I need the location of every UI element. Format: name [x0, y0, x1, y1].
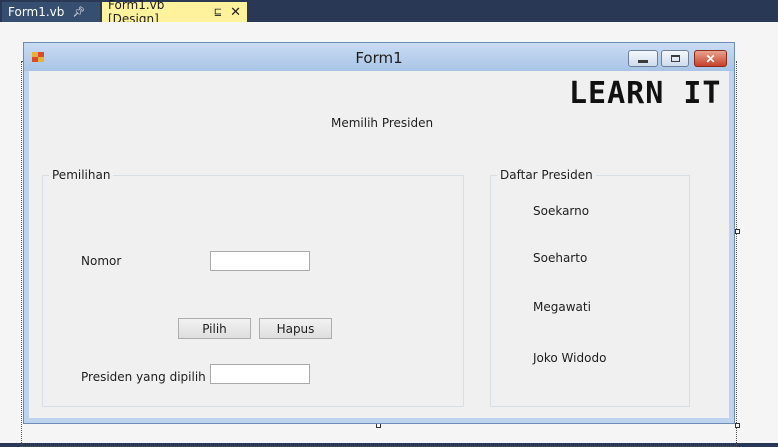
form-window[interactable]: Form1 ✕ LEARN IT Memilih Presiden Pemili…: [23, 42, 735, 424]
nomor-label[interactable]: Nomor: [81, 254, 121, 268]
heading-label[interactable]: Memilih Presiden: [331, 116, 433, 130]
nomor-input[interactable]: [210, 251, 310, 271]
list-item[interactable]: Joko Widodo: [533, 351, 606, 365]
tab-label: Form1.vb: [8, 5, 65, 19]
minimize-icon: [638, 60, 648, 63]
close-icon[interactable]: ✕: [230, 5, 241, 20]
list-item[interactable]: Soeharto: [533, 251, 587, 265]
resize-handle-corner[interactable]: [735, 423, 740, 428]
tab-form1-vb[interactable]: Form1.vb 📌︎: [2, 2, 100, 22]
group-caption: Pemilihan: [49, 168, 114, 182]
close-window-button[interactable]: ✕: [694, 50, 727, 67]
resize-handle-right[interactable]: [735, 229, 740, 234]
maximize-button[interactable]: [661, 50, 689, 67]
list-item[interactable]: Megawati: [533, 300, 591, 314]
minimize-button[interactable]: [628, 50, 658, 67]
tab-form1-design[interactable]: Form1.vb [Design] ⊑ ✕: [102, 0, 247, 26]
pilih-button[interactable]: Pilih: [178, 318, 251, 339]
document-tab-strip: Form1.vb 📌︎ Form1.vb [Design] ⊑ ✕: [0, 0, 778, 26]
group-daftar-presiden[interactable]: Daftar Presiden: [490, 168, 690, 407]
presiden-dipilih-label[interactable]: Presiden yang dipilih: [81, 370, 206, 384]
form-client-area: LEARN IT Memilih Presiden Pemilihan Nomo…: [29, 71, 729, 418]
hapus-button[interactable]: Hapus: [259, 318, 332, 339]
form-titlebar[interactable]: Form1 ✕: [24, 43, 734, 71]
presiden-dipilih-input[interactable]: [210, 364, 310, 384]
list-item[interactable]: Soekarno: [533, 204, 589, 218]
maximize-icon: [670, 55, 680, 62]
pin-icon[interactable]: 📌︎: [72, 7, 85, 18]
close-icon: ✕: [705, 51, 716, 66]
learn-it-logo: LEARN IT: [569, 76, 722, 111]
pin-icon[interactable]: ⊑: [214, 7, 222, 18]
group-caption: Daftar Presiden: [497, 168, 596, 182]
